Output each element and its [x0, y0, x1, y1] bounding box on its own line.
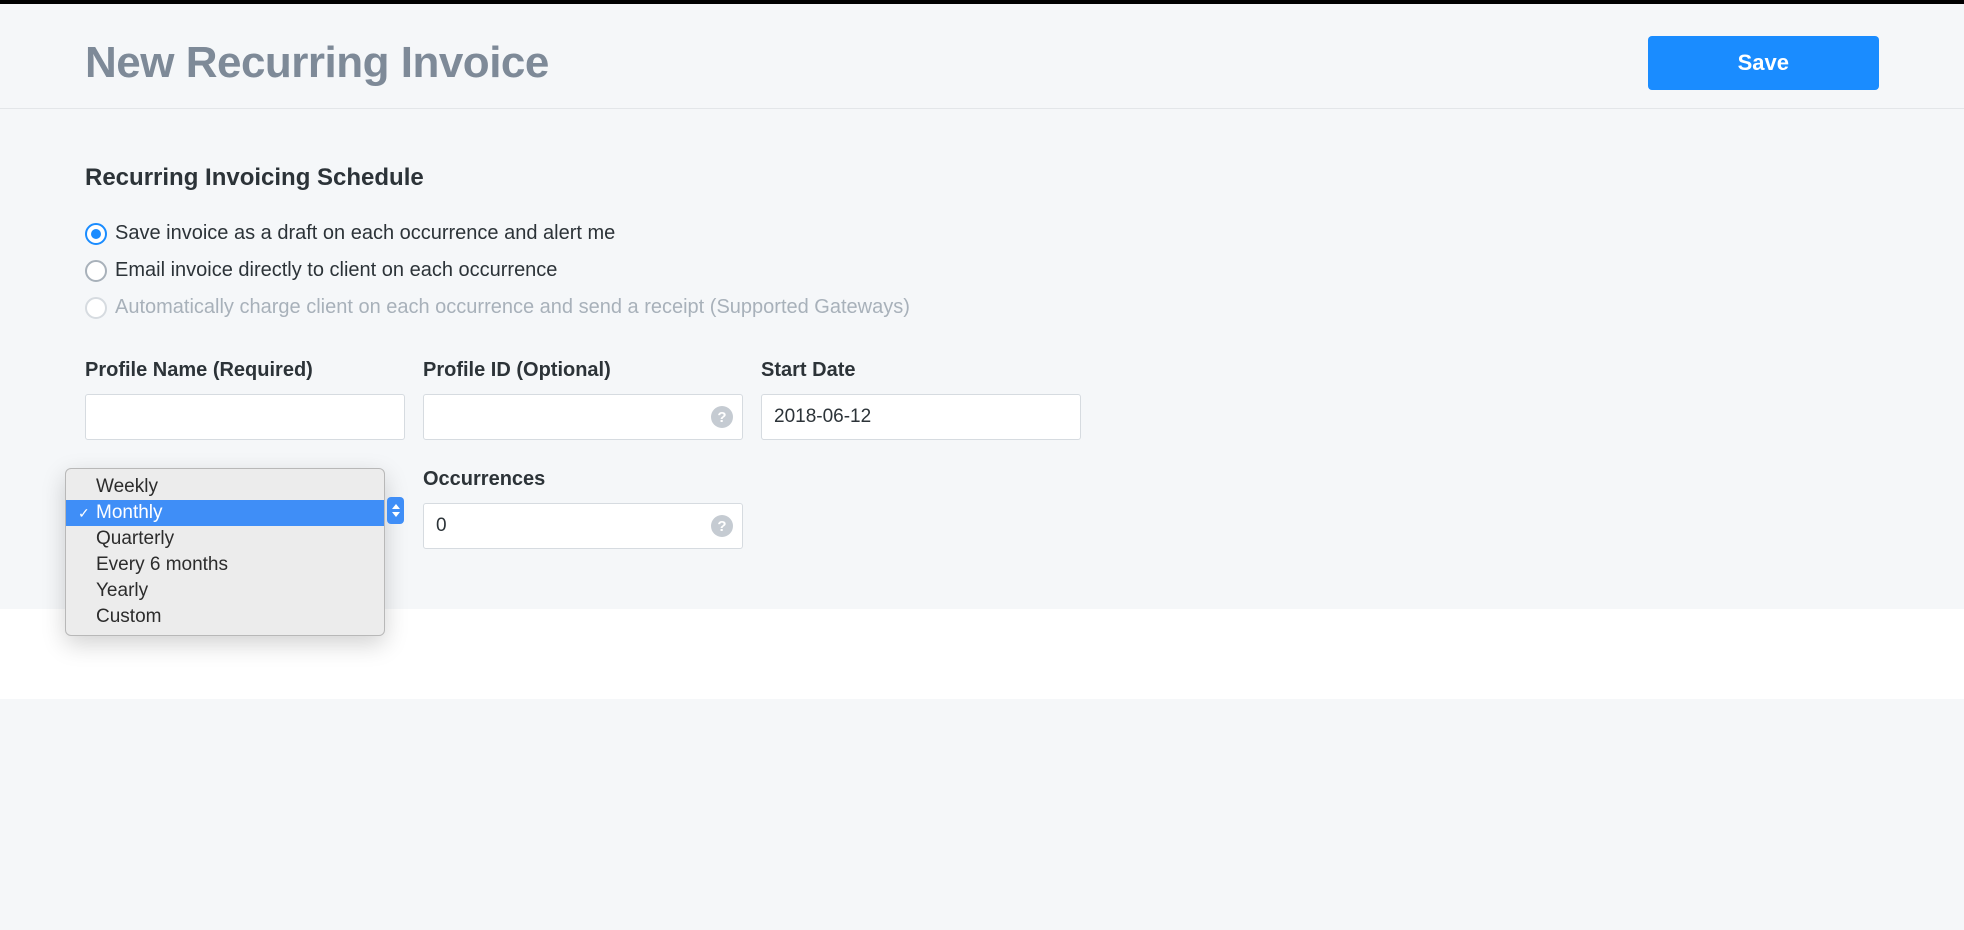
frequency-field: Weekly ✓Monthly Quarterly Every 6 months…	[85, 468, 405, 549]
frequency-dropdown[interactable]: Weekly ✓Monthly Quarterly Every 6 months…	[65, 468, 385, 636]
chevron-up-icon	[392, 504, 400, 509]
chevron-down-icon	[392, 512, 400, 517]
occurrences-input[interactable]	[423, 503, 743, 549]
schedule-option-label: Email invoice directly to client on each…	[115, 259, 557, 282]
page-header: New Recurring Invoice Save	[0, 4, 1964, 109]
fields-row-1: Profile Name (Required) Profile ID (Opti…	[85, 359, 1879, 440]
check-icon: ✓	[78, 505, 96, 522]
field-occurrences: Occurrences ?	[423, 468, 743, 549]
occurrences-label: Occurrences	[423, 468, 743, 491]
field-profile-name: Profile Name (Required)	[85, 359, 405, 440]
fields-row-2: Weekly ✓Monthly Quarterly Every 6 months…	[85, 468, 1879, 549]
help-icon[interactable]: ?	[711, 515, 733, 537]
save-button[interactable]: Save	[1648, 36, 1879, 90]
dropdown-item-yearly[interactable]: Yearly	[66, 578, 384, 604]
dropdown-item-custom[interactable]: Custom	[66, 604, 384, 630]
start-date-label: Start Date	[761, 359, 1081, 382]
schedule-option-email[interactable]: Email invoice directly to client on each…	[85, 259, 1879, 282]
dropdown-item-every6[interactable]: Every 6 months	[66, 552, 384, 578]
radio-icon	[85, 223, 107, 245]
dropdown-item-weekly[interactable]: Weekly	[66, 474, 384, 500]
schedule-option-autocharge: Automatically charge client on each occu…	[85, 296, 1879, 319]
schedule-option-draft[interactable]: Save invoice as a draft on each occurren…	[85, 222, 1879, 245]
page-title: New Recurring Invoice	[85, 38, 549, 88]
schedule-option-label: Save invoice as a draft on each occurren…	[115, 222, 615, 245]
radio-icon	[85, 260, 107, 282]
start-date-input[interactable]	[761, 394, 1081, 440]
dropdown-item-quarterly[interactable]: Quarterly	[66, 526, 384, 552]
schedule-option-label: Automatically charge client on each occu…	[115, 296, 910, 319]
field-start-date: Start Date	[761, 359, 1081, 440]
select-stepper-icon[interactable]	[387, 497, 404, 524]
radio-icon	[85, 297, 107, 319]
profile-id-input[interactable]	[423, 394, 743, 440]
content-area: Recurring Invoicing Schedule Save invoic…	[0, 109, 1964, 609]
help-icon[interactable]: ?	[711, 406, 733, 428]
dropdown-item-monthly[interactable]: ✓Monthly	[66, 500, 384, 526]
profile-id-label: Profile ID (Optional)	[423, 359, 743, 382]
profile-name-label: Profile Name (Required)	[85, 359, 405, 382]
section-title: Recurring Invoicing Schedule	[85, 164, 1879, 192]
profile-name-input[interactable]	[85, 394, 405, 440]
field-profile-id: Profile ID (Optional) ?	[423, 359, 743, 440]
